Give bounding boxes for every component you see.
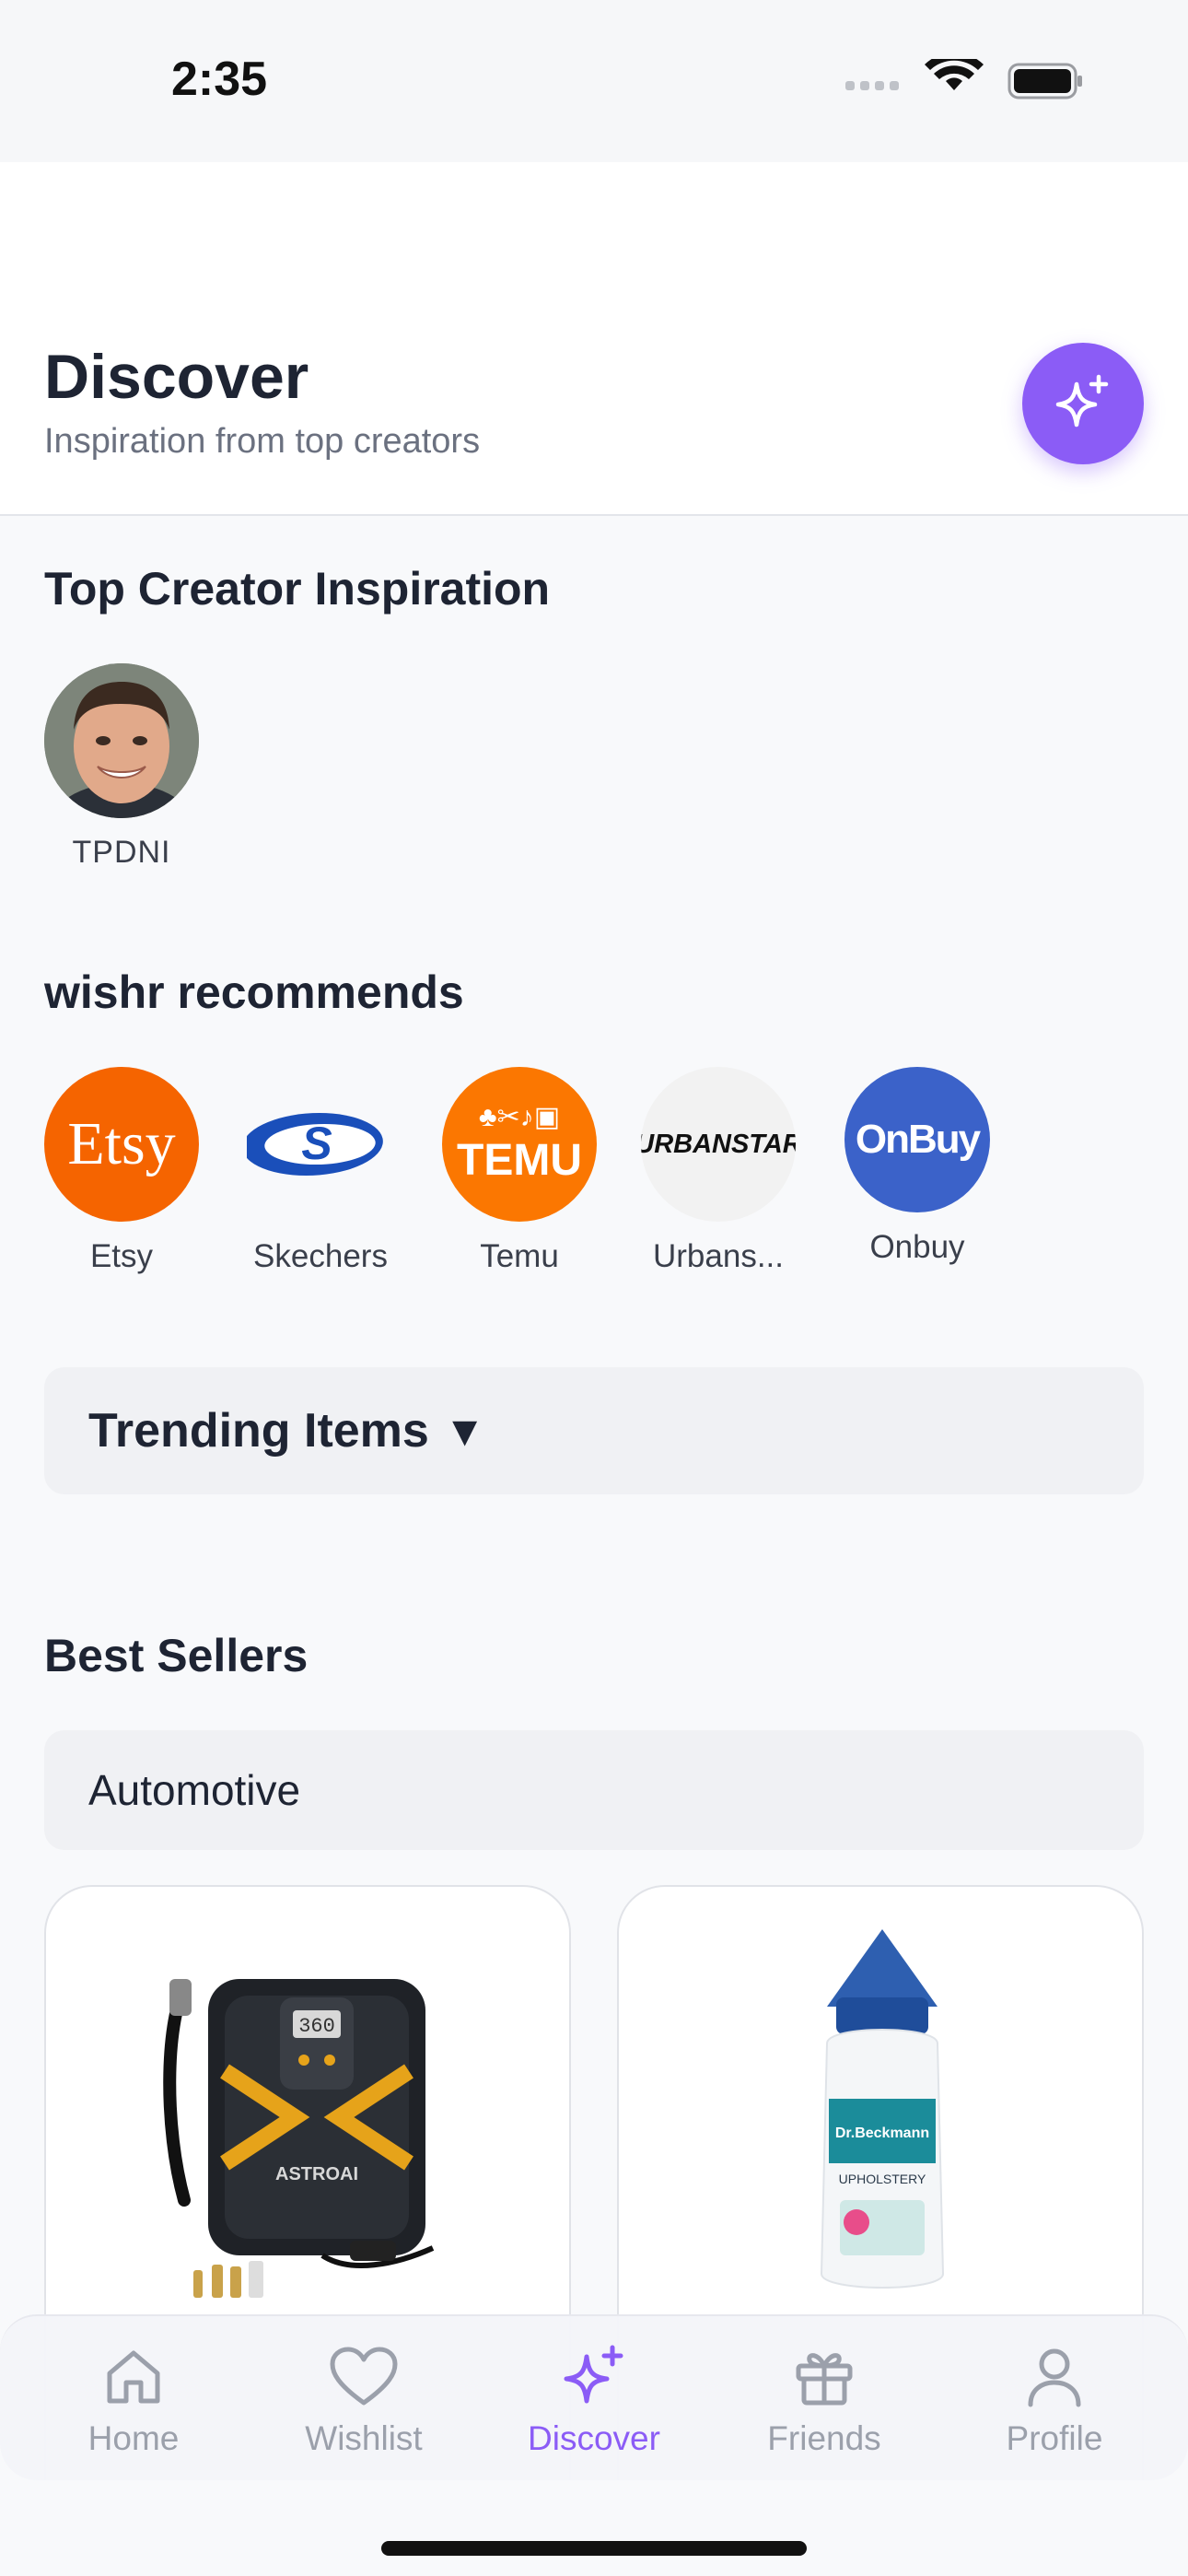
svg-text:Dr.Beckmann: Dr.Beckmann	[835, 2125, 929, 2141]
gift-icon	[796, 2353, 853, 2406]
sparkle-icon	[1055, 374, 1109, 427]
creator-item[interactable]: TPDNI	[44, 663, 199, 871]
brand-item-temu[interactable]: ♣✂♪▣ TEMU Temu	[427, 1067, 611, 1275]
brand-item-etsy[interactable]: Etsy Etsy	[29, 1067, 214, 1275]
status-time: 2:35	[171, 53, 268, 106]
category-label: Automotive	[88, 1766, 301, 1814]
onbuy-logo: OnBuy	[844, 1067, 990, 1212]
brand-item-onbuy[interactable]: OnBuy Onbuy	[825, 1067, 1009, 1266]
tab-label: Profile	[1006, 2419, 1103, 2457]
temu-logo: ♣✂♪▣ TEMU	[442, 1067, 597, 1222]
page-header: Discover Inspiration from top creators	[0, 162, 1188, 516]
skechers-logo: S	[243, 1067, 398, 1222]
page-title: Discover	[44, 342, 309, 412]
tab-wishlist[interactable]: Wishlist	[262, 2340, 465, 2458]
creator-name: TPDNI	[72, 835, 171, 870]
caret-down-icon: ▼	[443, 1407, 486, 1455]
etsy-logo: Etsy	[44, 1067, 199, 1222]
tab-home[interactable]: Home	[32, 2340, 235, 2458]
bottom-safe-area	[0, 2480, 1188, 2576]
avatar	[44, 663, 199, 818]
home-icon	[107, 2350, 160, 2404]
brand-name: Onbuy	[869, 1229, 965, 1265]
ai-suggest-button[interactable]	[1022, 343, 1144, 464]
page-subtitle: Inspiration from top creators	[44, 422, 481, 461]
tab-discover[interactable]: Discover	[493, 2340, 695, 2458]
brand-name: Urbans...	[653, 1238, 784, 1274]
home-indicator[interactable]	[381, 2541, 807, 2556]
heart-icon	[330, 2347, 398, 2406]
brand-item-skechers[interactable]: S Skechers	[228, 1067, 413, 1275]
svg-text:UPHOLSTERY: UPHOLSTERY	[839, 2172, 926, 2186]
category-selector[interactable]: Automotive	[44, 1730, 1144, 1850]
tab-label: Discover	[528, 2419, 660, 2457]
sparkle-icon	[564, 2345, 623, 2404]
brand-item-urbanstar[interactable]: URBANSTAR Urbans...	[626, 1067, 810, 1275]
upholstery-cleaner-image: Dr.Beckmann UPHOLSTERY	[820, 1929, 945, 2289]
creators-section-title: Top Creator Inspiration	[44, 563, 551, 615]
tab-label: Home	[87, 2419, 180, 2457]
brand-name: Etsy	[89, 1238, 154, 1274]
tab-label: Friends	[767, 2419, 881, 2457]
svg-text:ASTROAI: ASTROAI	[275, 2164, 358, 2184]
status-icons	[845, 59, 1082, 100]
brand-name: Temu	[480, 1238, 559, 1274]
tab-bar: Home Wishlist Discover Friends Profile	[0, 2314, 1188, 2480]
tab-profile[interactable]: Profile	[953, 2340, 1156, 2458]
battery-icon	[1007, 63, 1082, 100]
urbanstar-logo-text: URBANSTAR	[641, 1129, 796, 1159]
trending-label: Trending Items	[88, 1404, 429, 1458]
tab-label: Wishlist	[305, 2419, 423, 2457]
best-sellers-title: Best Sellers	[44, 1630, 309, 1681]
person-icon	[1028, 2348, 1081, 2407]
onbuy-logo-text: OnBuy	[855, 1117, 981, 1162]
temu-logo-text: TEMU	[457, 1135, 582, 1185]
tire-inflator-image: 360 ASTROAI	[163, 1979, 435, 2298]
trending-items-toggle[interactable]: Trending Items ▼	[44, 1367, 1144, 1494]
svg-text:S: S	[301, 1118, 332, 1169]
status-bar: 2:35	[0, 0, 1188, 162]
urbanstar-logo: URBANSTAR	[641, 1067, 796, 1222]
temu-shapes-icon: ♣✂♪▣	[478, 1101, 561, 1132]
brand-name: Skechers	[253, 1238, 388, 1274]
svg-text:360: 360	[298, 2015, 335, 2038]
recommends-section-title: wishr recommends	[44, 966, 464, 1018]
cellular-signal-icon	[845, 81, 899, 90]
etsy-logo-text: Etsy	[67, 1110, 176, 1177]
tab-friends[interactable]: Friends	[723, 2340, 926, 2458]
wifi-icon	[925, 59, 984, 90]
